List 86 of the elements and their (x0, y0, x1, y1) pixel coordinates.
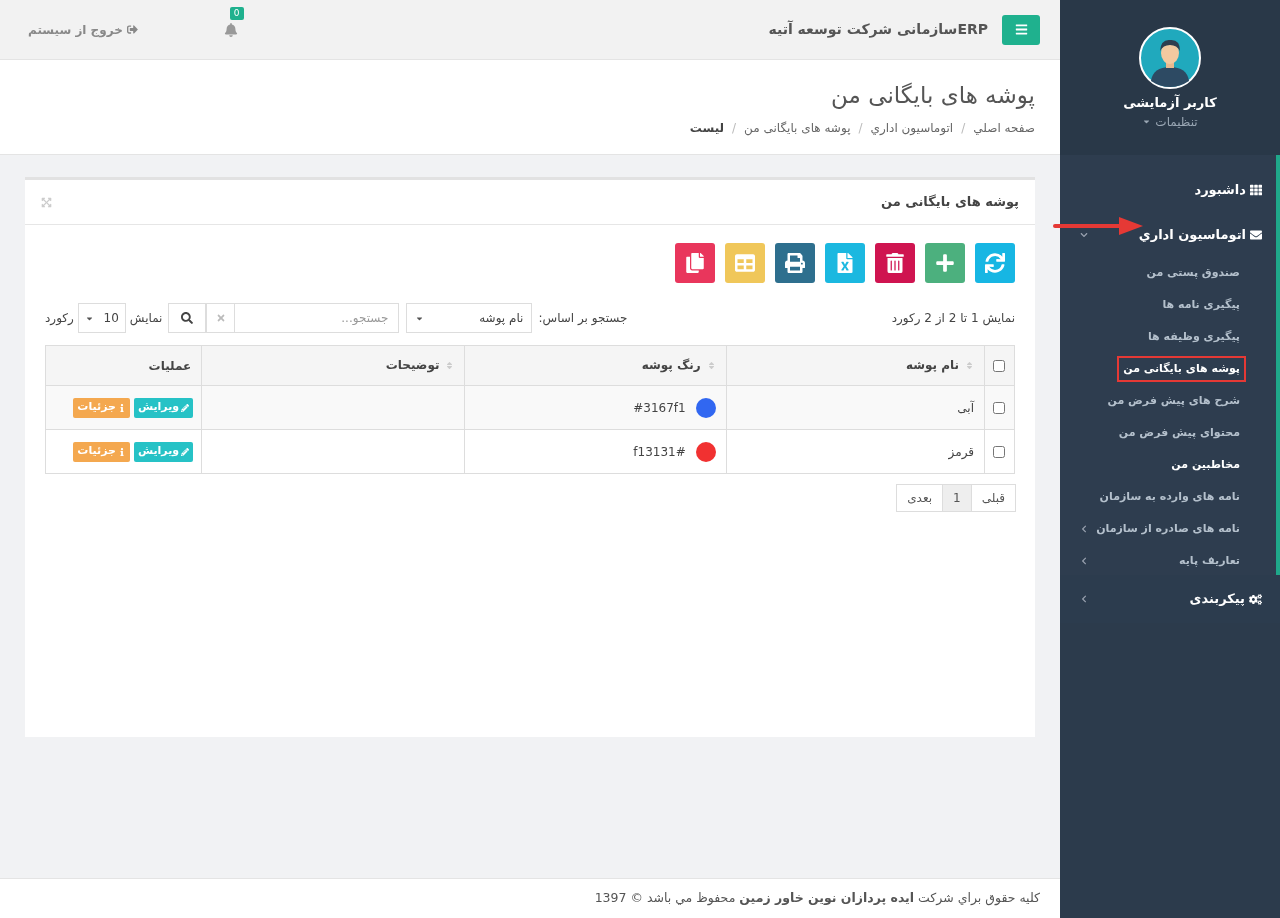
chevron-left-icon (1080, 525, 1088, 533)
copy-icon (685, 253, 705, 273)
color-code: #3167f1 (633, 399, 686, 417)
bell-icon (223, 22, 238, 37)
printer-icon (785, 253, 805, 273)
sort-icon (965, 360, 974, 370)
copy-button[interactable] (675, 243, 715, 283)
copyright-text: کلیه حقوق براي شرکت ایده پردازان نوین خاور زمین محفوظ مي باشد © 1397 (594, 889, 1040, 908)
breadcrumb-item[interactable]: پوشه های بایگانی من (744, 118, 851, 137)
menu-item[interactable]: اتوماسیون اداري (1060, 212, 1276, 257)
add-button[interactable] (925, 243, 965, 283)
trash-icon (885, 253, 905, 273)
refresh-button[interactable] (975, 243, 1015, 283)
submenu-item[interactable]: پیگیری وظیفه ها (1060, 321, 1276, 353)
delete-button[interactable] (875, 243, 915, 283)
chevron-left-icon (1080, 595, 1088, 603)
sort-icon (445, 360, 455, 370)
page-title: پوشه های بایگانی من (830, 81, 1035, 111)
settings-dropdown[interactable]: تنظیمات (1142, 112, 1198, 131)
submenu-item[interactable]: تعاریف پایه (1060, 545, 1276, 577)
color-code: f13131# (633, 443, 686, 461)
submenu-item[interactable]: نامه های وارده به سازمان (1060, 481, 1276, 513)
submenu-item[interactable]: پیگیری نامه ها (1060, 289, 1276, 321)
pencil-icon (181, 403, 190, 412)
table-cell: قرمز (726, 429, 985, 474)
excel-button[interactable] (825, 243, 865, 283)
column-header[interactable]: توضیحات (201, 345, 465, 386)
submenu-item[interactable]: مخاطبین من (1060, 449, 1276, 481)
submenu-item[interactable]: محتوای پیش فرض من (1060, 417, 1276, 449)
submenu-item[interactable]: شرح های پیش فرض من (1060, 385, 1276, 417)
breadcrumb-separator: / (961, 119, 966, 137)
refresh-icon (985, 253, 1005, 273)
breadcrumb-separator: / (858, 119, 863, 137)
close-icon (215, 313, 226, 323)
menu-label: اتوماسیون اداري (1138, 225, 1246, 244)
notification-badge: 0 (229, 6, 244, 20)
search-by-label: جستجو بر اساس: (538, 310, 628, 327)
pencil-icon (181, 447, 190, 456)
pagination-button[interactable]: بعدی (896, 484, 943, 512)
card-title: پوشه های بایگانی من (881, 193, 1019, 212)
sign-out-icon (126, 24, 138, 35)
breadcrumb-item[interactable]: صفحه اصلي (973, 118, 1035, 137)
breadcrumb-item[interactable]: اتوماسیون اداري (870, 118, 954, 137)
page-size-select[interactable]: 10 (77, 303, 126, 333)
chevron-left-icon (1080, 557, 1088, 565)
table-cell: آبی (726, 385, 985, 430)
submenu-item[interactable]: نامه های صادره از سازمان (1060, 513, 1276, 545)
sort-icon (706, 360, 716, 370)
pagination-button[interactable]: قبلی (970, 484, 1016, 512)
breadcrumb-separator: / (732, 119, 737, 137)
menu-label: پیکربندی (1189, 590, 1245, 609)
pagination-button[interactable]: 1 (942, 484, 972, 512)
menu-item[interactable]: داشبورد (1060, 167, 1276, 212)
excel-file-icon (835, 253, 855, 273)
chevron-down-icon (1080, 230, 1088, 239)
show-label: نمایش (129, 310, 163, 327)
logout-link[interactable]: خروج از سیستم (28, 20, 138, 39)
column-header[interactable]: رنگ پوشه (464, 345, 727, 386)
breadcrumb-item: لیست (689, 119, 725, 137)
search-input[interactable]: جستجو... (234, 303, 400, 333)
grid-icon (1250, 183, 1262, 196)
print-button[interactable] (775, 243, 815, 283)
user-name: کاربر آزمایشی (1123, 93, 1217, 112)
submenu-item[interactable]: صندوق پستی من (1060, 257, 1276, 289)
records-info: نمایش 1 تا 2 از 2 رکورد (891, 310, 1015, 327)
menu-label: داشبورد (1194, 180, 1246, 199)
menu-icon (1014, 23, 1028, 36)
records-label: رکورد (45, 310, 74, 327)
envelope-icon (1250, 228, 1262, 241)
column-header[interactable]: نام پوشه (726, 345, 985, 386)
columns-button[interactable] (725, 243, 765, 283)
row-checkbox[interactable] (993, 402, 1006, 414)
plus-icon (935, 253, 955, 273)
expand-icon[interactable] (41, 196, 52, 208)
brand-title: ERPسازمانی شرکت توسعه آتیه (768, 19, 988, 40)
caret-icon (1142, 117, 1152, 126)
search-button[interactable] (168, 303, 207, 333)
gears-icon (1249, 592, 1262, 606)
table-icon (735, 253, 755, 273)
select-all-checkbox[interactable] (993, 360, 1006, 372)
row-checkbox[interactable] (993, 446, 1006, 458)
search-icon (181, 312, 194, 324)
search-field-select[interactable]: نام پوشه (406, 303, 533, 333)
menu-button[interactable] (1002, 14, 1040, 45)
column-header: عملیات (45, 345, 202, 386)
avatar (1139, 27, 1201, 89)
